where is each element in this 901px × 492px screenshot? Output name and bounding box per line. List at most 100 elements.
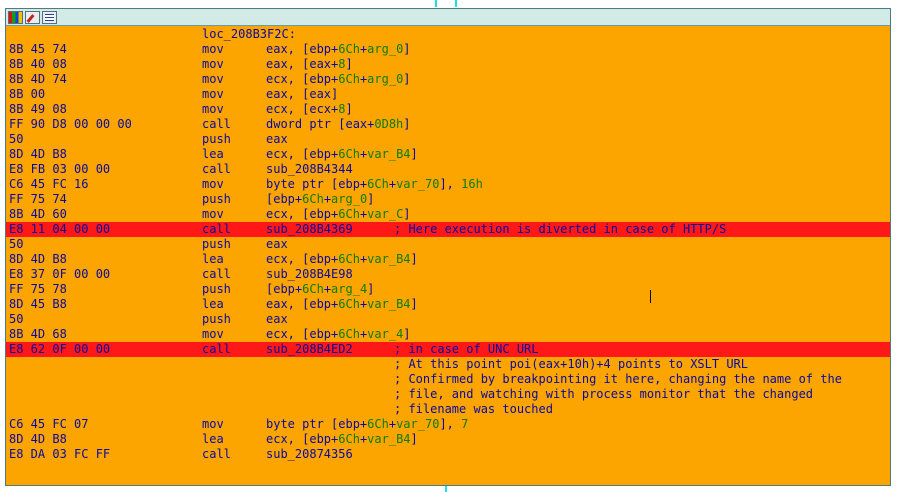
instruction-row[interactable]: FF 75 74 push [ebp+6Ch+arg_0] xyxy=(6,192,890,207)
instruction-row[interactable]: C6 45 FC 16 mov byte ptr [ebp+6Ch+var_70],… xyxy=(6,177,890,192)
operand-symbol[interactable]: 6Ch xyxy=(338,42,360,56)
opcode-bytes: 8D 45 B8 xyxy=(9,297,67,311)
operand-text: ] xyxy=(403,327,411,341)
comment-row[interactable]: ; Confirmed by breakpointing it here, ch… xyxy=(6,372,890,387)
operand-text: + xyxy=(388,417,397,431)
disassembly-listing[interactable]: loc_208B3F2C: 8B 45 74 mov eax, [ebp+6Ch+a… xyxy=(6,27,890,485)
instruction-row[interactable]: 8D 4D B8 lea ecx, [ebp+6Ch+var_B4] xyxy=(6,147,890,162)
edit-icon[interactable] xyxy=(25,10,40,24)
operand-text: [ebp+ xyxy=(266,282,303,296)
operand-text: ] xyxy=(403,42,411,56)
operand-symbol[interactable]: var_B4 xyxy=(367,432,410,446)
comment: ; Here execution is diverted in case of … xyxy=(394,222,727,236)
mnemonic: call xyxy=(202,342,231,356)
instruction-row[interactable]: 8B 4D 60 mov ecx, [ebp+6Ch+var_C] xyxy=(6,207,890,222)
operand-symbol[interactable]: 7 xyxy=(461,417,468,431)
operand-text: ] xyxy=(403,117,411,131)
instruction-row[interactable]: 8B 4D 74 mov ecx, [ebp+6Ch+arg_0] xyxy=(6,72,890,87)
operand-text: ecx, [ebp+ xyxy=(266,327,339,341)
operand-symbol[interactable]: var_70 xyxy=(396,177,439,191)
mnemonic: push xyxy=(202,132,231,146)
comment-row[interactable]: ; At this point poi(eax+10h)+4 points to… xyxy=(6,357,890,372)
instruction-row[interactable]: 8D 45 B8 lea eax, [ebp+6Ch+var_B4] xyxy=(6,297,890,312)
highlighted-instruction-row[interactable]: E8 62 0F 00 00 call sub_208B4ED2 ; in case … xyxy=(6,342,890,357)
operand-symbol[interactable]: 6Ch xyxy=(338,207,360,221)
operand-symbol[interactable]: arg_4 xyxy=(331,282,367,296)
operand-symbol[interactable]: arg_0 xyxy=(367,72,403,86)
operand-symbol[interactable]: arg_0 xyxy=(367,42,403,56)
instruction-row[interactable]: E8 FB 03 00 00 call sub_208B4344 xyxy=(6,162,890,177)
instruction-row[interactable]: 8B 40 08 mov eax, [eax+8] xyxy=(6,57,890,72)
mnemonic: lea xyxy=(202,297,224,311)
instruction-row[interactable]: 8D 4D B8 lea ecx, [ebp+6Ch+var_B4] xyxy=(6,432,890,447)
operands: sub_208B4E98 xyxy=(266,267,353,282)
operand-symbol[interactable]: arg_0 xyxy=(331,192,367,206)
operand-symbol[interactable]: 6Ch xyxy=(338,297,360,311)
operand-symbol[interactable]: 6Ch xyxy=(367,417,389,431)
comment-row[interactable]: ; file, and watching with process monito… xyxy=(6,387,890,402)
highlighted-instruction-row[interactable]: E8 11 04 00 00 call sub_208B4369 ; Here exe… xyxy=(6,222,890,237)
operand-symbol[interactable]: 16h xyxy=(461,177,483,191)
operand-text: ] xyxy=(367,282,375,296)
mnemonic: push xyxy=(202,237,231,251)
instruction-row[interactable]: E8 37 0F 00 00 call sub_208B4E98 xyxy=(6,267,890,282)
operands: [ebp+6Ch+arg_4] xyxy=(266,282,374,297)
operand-symbol[interactable]: var_B4 xyxy=(367,147,410,161)
operand-symbol[interactable]: 6Ch xyxy=(302,192,324,206)
graph-view-icon[interactable] xyxy=(8,10,23,24)
operand-symbol[interactable]: 0D8h xyxy=(374,117,403,131)
instruction-row[interactable]: 50 push eax xyxy=(6,237,890,252)
instruction-row[interactable]: 8B 45 74 mov eax, [ebp+6Ch+arg_0] xyxy=(6,42,890,57)
text-view-icon[interactable] xyxy=(42,10,57,24)
opcode-bytes: E8 62 0F 00 00 xyxy=(9,342,111,356)
operands: byte ptr [ebp+6Ch+var_70], 16h xyxy=(266,177,483,192)
instruction-row[interactable]: 8B 4D 68 mov ecx, [ebp+6Ch+var_4] xyxy=(6,327,890,342)
instruction-row[interactable]: 8B 49 08 mov ecx, [ecx+8] xyxy=(6,102,890,117)
operand-symbol[interactable]: 6Ch xyxy=(338,147,360,161)
comment-row[interactable]: ; filename was touched xyxy=(6,402,890,417)
operand-text: ] xyxy=(403,207,411,221)
operand-symbol[interactable]: var_B4 xyxy=(367,297,410,311)
operand-symbol[interactable]: 6Ch xyxy=(367,177,389,191)
instruction-row[interactable]: FF 75 78 push [ebp+6Ch+arg_4] xyxy=(6,282,890,297)
operands: eax, [eax+8] xyxy=(266,57,353,72)
opcode-bytes: FF 90 D8 00 00 00 xyxy=(9,117,132,131)
disassembly-window[interactable]: loc_208B3F2C: 8B 45 74 mov eax, [ebp+6Ch+a… xyxy=(5,8,891,486)
opcode-bytes: E8 11 04 00 00 xyxy=(9,222,111,236)
instruction-row[interactable]: 8D 4D B8 lea ecx, [ebp+6Ch+var_B4] xyxy=(6,252,890,267)
operand-text: ] xyxy=(410,297,418,311)
instruction-row[interactable]: 50 push eax xyxy=(6,132,890,147)
instruction-row[interactable]: 50 push eax xyxy=(6,312,890,327)
operand-symbol[interactable]: var_B4 xyxy=(367,252,410,266)
operand-text: dword ptr [eax+ xyxy=(266,117,375,131)
operand-text: ecx, [ebp+ xyxy=(266,207,339,221)
operand-text: [ebp+ xyxy=(266,192,303,206)
opcode-bytes: E8 FB 03 00 00 xyxy=(9,162,111,176)
instruction-row[interactable]: FF 90 D8 00 00 00 call dword ptr [eax+0D8h… xyxy=(6,117,890,132)
operand-symbol[interactable]: var_C xyxy=(367,207,403,221)
operand-text: + xyxy=(388,177,397,191)
operand-symbol[interactable]: 6Ch xyxy=(338,432,360,446)
mnemonic: push xyxy=(202,312,231,326)
instruction-row[interactable]: C6 45 FC 07 mov byte ptr [ebp+6Ch+var_70],… xyxy=(6,417,890,432)
operand-symbol[interactable]: 6Ch xyxy=(338,327,360,341)
operand-text: eax xyxy=(266,237,288,251)
operand-symbol[interactable]: 6Ch xyxy=(338,72,360,86)
operand-text: ] xyxy=(345,57,353,71)
opcode-bytes: C6 45 FC 07 xyxy=(9,417,89,431)
opcode-bytes: 8B 45 74 xyxy=(9,42,67,56)
operand-text: eax xyxy=(266,132,288,146)
instruction-row[interactable]: E8 DA 03 FC FF call sub_20874356 xyxy=(6,447,890,462)
mnemonic: call xyxy=(202,222,231,236)
comment: ; Confirmed by breakpointing it here, ch… xyxy=(394,372,842,386)
operand-symbol[interactable]: 6Ch xyxy=(338,252,360,266)
opcode-bytes: E8 DA 03 FC FF xyxy=(9,447,111,461)
label-row: loc_208B3F2C: xyxy=(6,27,890,42)
operand-symbol[interactable]: var_70 xyxy=(396,417,439,431)
opcode-bytes: 50 xyxy=(9,132,24,146)
operand-symbol[interactable]: var_4 xyxy=(367,327,403,341)
operand-text: sub_20874356 xyxy=(266,447,353,461)
location-label[interactable]: loc_208B3F2C: xyxy=(202,27,296,42)
instruction-row[interactable]: 8B 00 mov eax, [eax] xyxy=(6,87,890,102)
operand-symbol[interactable]: 6Ch xyxy=(302,282,324,296)
